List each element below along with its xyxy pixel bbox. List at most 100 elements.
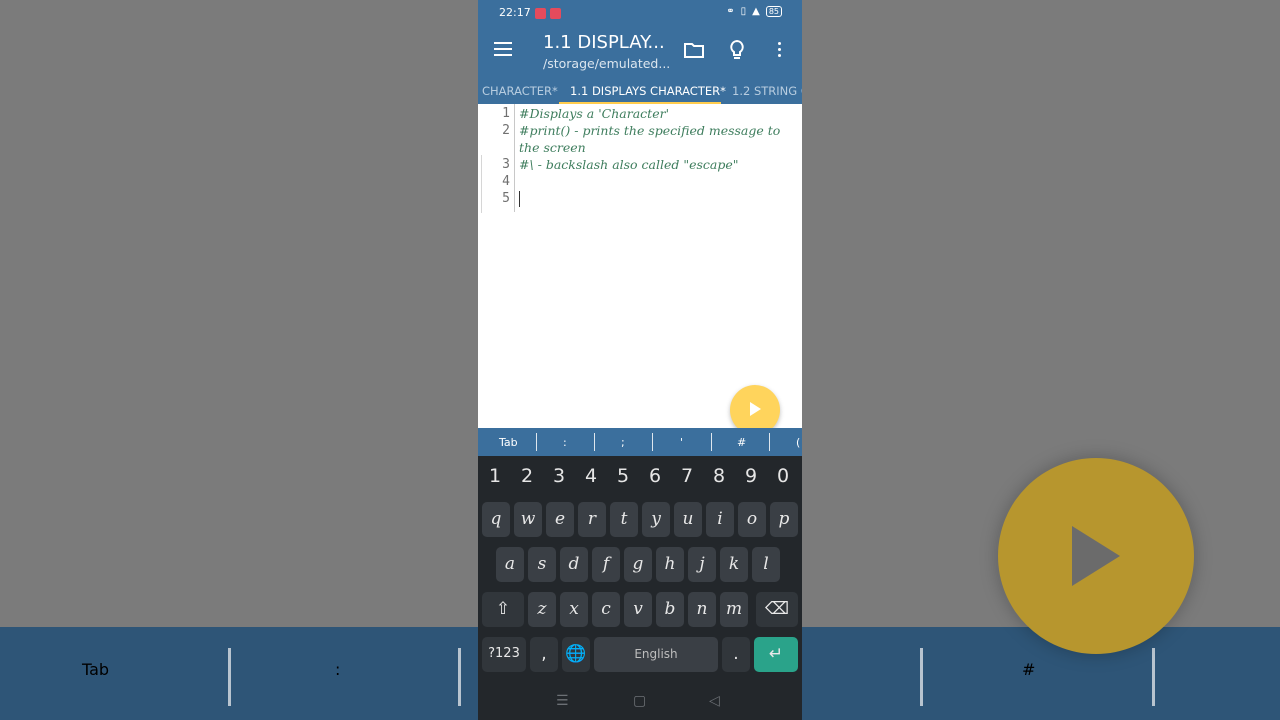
symbol-key[interactable]: ; — [621, 436, 625, 449]
background-separator — [920, 648, 923, 706]
symbol-bar: Tab : ; ' # ( — [478, 428, 802, 456]
home-icon[interactable]: ▢ — [633, 693, 646, 709]
space-key[interactable]: English — [594, 637, 718, 672]
letter-key[interactable]: m — [720, 592, 748, 627]
letter-key[interactable]: p — [770, 502, 798, 537]
shift-key[interactable]: ⇧ — [482, 592, 524, 627]
number-key[interactable]: 0 — [768, 465, 798, 487]
symbol-separator — [652, 433, 653, 451]
symbol-key[interactable]: ( — [796, 436, 800, 449]
letter-key[interactable]: g — [624, 547, 652, 582]
menu-icon[interactable] — [494, 42, 512, 56]
code-line: #print() - prints the specified message … — [519, 123, 781, 138]
music-notification-icon — [535, 8, 546, 19]
signal-icon: ▲ — [752, 6, 760, 17]
letter-key[interactable]: w — [514, 502, 542, 537]
number-key[interactable]: 5 — [608, 465, 638, 487]
symbol-separator — [536, 433, 537, 451]
background-tab-label: Tab — [82, 660, 110, 679]
symbol-key[interactable]: Tab — [499, 436, 518, 449]
letter-key[interactable]: v — [624, 592, 652, 627]
text-cursor — [519, 191, 520, 207]
enter-key[interactable]: ↵ — [754, 637, 798, 672]
letter-key[interactable]: x — [560, 592, 588, 627]
symbol-key[interactable]: ' — [680, 436, 683, 449]
tab-string[interactable]: 1.2 STRING C — [732, 84, 802, 98]
code-line: #Displays a 'Character' — [519, 106, 669, 121]
symbol-key[interactable]: # — [737, 436, 746, 449]
letter-key[interactable]: q — [482, 502, 510, 537]
letter-key[interactable]: h — [656, 547, 684, 582]
letter-key[interactable]: f — [592, 547, 620, 582]
letter-key[interactable]: i — [706, 502, 734, 537]
line-number: 2 — [502, 123, 510, 138]
comma-key[interactable]: , — [530, 637, 558, 672]
status-bar: 22:17 ⚭ ▯ ▲ 85 — [478, 0, 802, 25]
more-options-icon[interactable] — [778, 42, 782, 58]
letter-key[interactable]: a — [496, 547, 524, 582]
number-key[interactable]: 3 — [544, 465, 574, 487]
letter-key[interactable]: n — [688, 592, 716, 627]
background-colon-label: : — [335, 660, 341, 679]
status-time: 22:17 — [499, 6, 531, 19]
globe-icon[interactable]: 🌐 — [562, 637, 590, 672]
number-key[interactable]: 2 — [512, 465, 542, 487]
number-key[interactable]: 1 — [480, 465, 510, 487]
back-icon[interactable]: ◁ — [709, 693, 720, 709]
phone-screen: 22:17 ⚭ ▯ ▲ 85 1.1 DISPLAY... /storage/e… — [478, 0, 802, 720]
letter-key[interactable]: u — [674, 502, 702, 537]
letter-key[interactable]: l — [752, 547, 780, 582]
letter-key[interactable]: r — [578, 502, 606, 537]
folder-icon[interactable] — [684, 42, 704, 58]
background-separator — [228, 648, 231, 706]
gutter-divider — [514, 104, 515, 212]
background-separator — [1152, 648, 1155, 706]
background-play-icon — [998, 458, 1194, 654]
number-key[interactable]: 9 — [736, 465, 766, 487]
backspace-key[interactable]: ⌫ — [756, 592, 798, 627]
file-path: /storage/emulated... — [543, 56, 671, 71]
period-key[interactable]: . — [722, 637, 750, 672]
keyboard: 1 2 3 4 5 6 7 8 9 0 q w e r t y u i o p … — [478, 456, 802, 720]
code-line: the screen — [519, 140, 586, 155]
code-editor[interactable]: 1 2 3 4 5 #Displays a 'Character' #print… — [478, 104, 802, 428]
line-number: 5 — [502, 191, 510, 206]
letter-key[interactable]: d — [560, 547, 588, 582]
number-key[interactable]: 7 — [672, 465, 702, 487]
symbols-mode-key[interactable]: ?123 — [482, 637, 526, 672]
letter-key[interactable]: e — [546, 502, 574, 537]
video-notification-icon — [550, 8, 561, 19]
symbol-separator — [711, 433, 712, 451]
vibrate-icon: ▯ — [740, 6, 747, 17]
letter-key[interactable]: z — [528, 592, 556, 627]
file-title: 1.1 DISPLAY... — [543, 32, 665, 53]
letter-key[interactable]: s — [528, 547, 556, 582]
navigation-bar: ☰ ▢ ◁ — [478, 683, 802, 720]
gutter-marker — [481, 155, 482, 213]
letter-key[interactable]: j — [688, 547, 716, 582]
battery-icon: 85 — [765, 6, 782, 17]
symbol-separator — [594, 433, 595, 451]
line-number: 3 — [502, 157, 510, 172]
letter-key[interactable]: y — [642, 502, 670, 537]
line-number: 4 — [502, 174, 510, 189]
number-key[interactable]: 8 — [704, 465, 734, 487]
background-separator — [458, 648, 461, 706]
app-bar: 1.1 DISPLAY... /storage/emulated... — [478, 25, 802, 77]
file-tabs: CHARACTER* 1.1 DISPLAYS CHARACTER* 1.2 S… — [478, 77, 802, 104]
recent-apps-icon[interactable]: ☰ — [556, 693, 569, 709]
letter-key[interactable]: o — [738, 502, 766, 537]
line-number: 1 — [502, 106, 510, 121]
letter-key[interactable]: t — [610, 502, 638, 537]
letter-key[interactable]: c — [592, 592, 620, 627]
number-key[interactable]: 4 — [576, 465, 606, 487]
tab-character[interactable]: CHARACTER* — [482, 84, 558, 98]
lightbulb-icon[interactable] — [729, 40, 745, 60]
tab-displays-character[interactable]: 1.1 DISPLAYS CHARACTER* — [570, 84, 726, 98]
letter-key[interactable]: k — [720, 547, 748, 582]
number-key[interactable]: 6 — [640, 465, 670, 487]
headphones-icon: ⚭ — [726, 6, 735, 17]
symbol-key[interactable]: : — [563, 436, 567, 449]
letter-key[interactable]: b — [656, 592, 684, 627]
status-icons: ⚭ ▯ ▲ 85 — [726, 6, 782, 17]
